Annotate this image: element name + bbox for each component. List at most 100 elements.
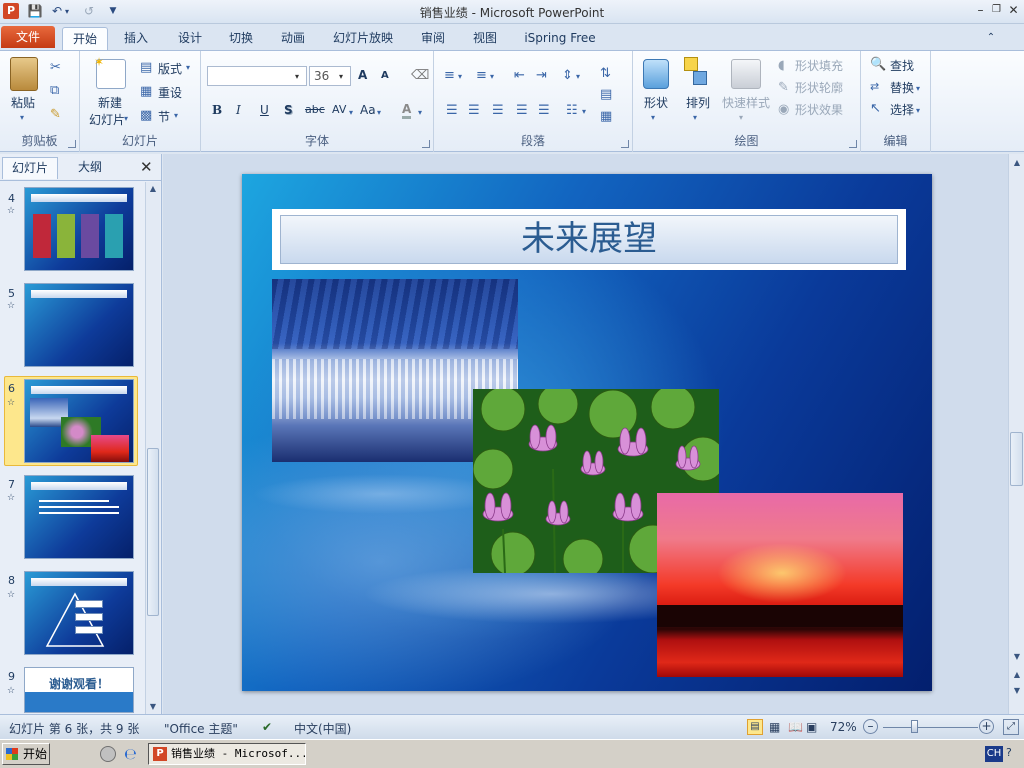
copy-icon[interactable]: ⧉ [50,83,59,99]
replace-button[interactable]: 替换 [890,79,914,96]
format-painter-icon[interactable]: ✎ [50,107,61,123]
slide-thumbnail-5[interactable] [24,283,134,367]
slide-thumbnail-4[interactable] [24,187,134,271]
normal-view-icon[interactable]: ▤ [747,719,763,735]
fit-to-window-icon[interactable]: ⤢ [1003,719,1019,735]
layout-dropdown-icon[interactable]: ▾ [186,60,190,76]
scroll-up-arrow-icon[interactable]: ▲ [146,182,160,196]
tab-file[interactable]: 文件 [1,26,55,48]
new-slide-label[interactable]: 新建 [98,94,122,111]
reset-button[interactable]: 重设 [158,84,182,101]
close-icon[interactable]: ✕ [140,158,153,176]
columns-icon[interactable]: ☷ [566,103,578,119]
columns-dropdown-icon[interactable]: ▾ [582,104,586,120]
quick-styles-dropdown-icon[interactable]: ▾ [739,110,743,126]
strikethrough-button[interactable]: abc [305,103,325,116]
slide-title[interactable]: 未来展望 [280,215,898,264]
paragraph-launcher-icon[interactable] [621,140,629,148]
tab-home[interactable]: 开始 [62,27,108,50]
arrange-dropdown-icon[interactable]: ▾ [693,110,697,126]
line-spacing-dropdown-icon[interactable]: ▾ [576,69,580,85]
reading-view-icon[interactable]: 📖 [788,720,803,734]
paste-dropdown-icon[interactable]: ▾ [20,110,24,126]
justify-icon[interactable]: ☰ [516,103,528,119]
quick-styles-icon[interactable] [731,59,761,89]
quick-styles-button[interactable]: 快速样式 [722,94,770,111]
next-slide-icon[interactable]: ▼ [1010,684,1024,698]
shapes-icon[interactable] [643,59,669,89]
scroll-down-arrow-icon[interactable]: ▼ [146,700,160,714]
align-left-icon[interactable]: ☰ [446,103,458,119]
shrink-font-button[interactable]: A [381,70,389,81]
distributed-icon[interactable]: ☰ [538,103,550,119]
tab-design[interactable]: 设计 [170,27,210,50]
select-button[interactable]: 选择 [890,101,914,118]
shape-fill-icon[interactable]: ◖ [778,58,785,74]
font-name-dropdown-icon[interactable]: ▾ [295,69,299,85]
font-size-combo[interactable]: 36 [309,66,351,86]
tab-view[interactable]: 视图 [465,27,505,50]
bullets-dropdown-icon[interactable]: ▾ [458,69,462,85]
spellcheck-icon[interactable]: ✔ [262,720,272,734]
align-center-icon[interactable]: ☰ [468,103,480,119]
slide-thumbnail-8[interactable] [24,571,134,655]
italic-button[interactable]: I [236,103,241,117]
slide-thumbnail-6[interactable] [24,379,134,463]
arrange-icon[interactable] [684,57,698,71]
shape-effects-icon[interactable]: ◉ [778,102,789,118]
tab-insert[interactable]: 插入 [116,27,156,50]
find-button[interactable]: 查找 [890,57,914,74]
tab-slides-pane[interactable]: 幻灯片 [2,157,58,179]
zoom-out-icon[interactable]: – [863,719,878,734]
section-button[interactable]: 节 [158,108,170,125]
close-window-icon[interactable]: ✕ [1006,2,1021,18]
font-name-combo[interactable] [207,66,307,86]
taskbar-item-powerpoint[interactable]: 销售业绩 - Microsof... [148,743,306,765]
slide-thumbnail-9[interactable]: 谢谢观看！ [24,667,134,713]
help-tray-icon[interactable]: ? [1006,746,1012,759]
current-slide[interactable]: 未来展望 [242,174,932,691]
grow-font-button[interactable]: A [358,68,367,82]
zoom-level[interactable]: 72% [830,720,857,734]
quicklaunch-app-icon[interactable] [100,746,116,762]
slideshow-view-icon[interactable]: ▣ [806,720,817,734]
find-icon[interactable]: 🔍 [870,57,886,73]
align-text-icon[interactable]: ▤ [600,87,612,103]
layout-button[interactable]: 版式 [158,60,182,77]
scroll-up-arrow-icon[interactable]: ▲ [1010,156,1024,170]
select-dropdown-icon[interactable]: ▾ [916,103,920,119]
bullets-icon[interactable]: ≡ [444,68,455,84]
tab-transitions[interactable]: 切换 [221,27,261,50]
previous-slide-icon[interactable]: ▲ [1010,668,1024,682]
replace-icon[interactable]: ⇄ [870,79,879,95]
shapes-button[interactable]: 形状 [644,94,668,111]
scroll-down-arrow-icon[interactable]: ▼ [1010,650,1024,664]
zoom-in-icon[interactable]: + [979,719,994,734]
shadow-button[interactable]: S [284,103,293,117]
new-slide-label-2[interactable]: 幻灯片 [89,111,125,128]
numbering-dropdown-icon[interactable]: ▾ [490,69,494,85]
tab-slideshow[interactable]: 幻灯片放映 [326,27,400,50]
tab-ispring[interactable]: iSpring Free [518,27,602,50]
slide-thumbnail-7[interactable] [24,475,134,559]
clipboard-launcher-icon[interactable] [68,140,76,148]
text-direction-icon[interactable]: ⇅ [600,66,611,82]
photo-sunset[interactable] [657,493,903,677]
bold-button[interactable]: B [212,103,222,117]
drawing-launcher-icon[interactable] [849,140,857,148]
paste-button[interactable]: 粘贴 [11,94,35,111]
shape-outline-icon[interactable]: ✎ [778,80,789,96]
slides-pane-scrollbar[interactable]: ▲ ▼ [145,182,160,714]
smartart-icon[interactable]: ▦ [600,109,612,125]
scroll-thumb[interactable] [147,448,159,616]
numbering-icon[interactable]: ≡ [476,68,487,84]
decrease-indent-icon[interactable]: ⇤ [514,68,525,84]
ie-icon[interactable]: ℮ [124,745,137,763]
shape-outline-button[interactable]: 形状轮廓 [795,79,843,96]
tab-outline-pane[interactable]: 大纲 [62,157,118,179]
font-size-dropdown-icon[interactable]: ▾ [339,69,343,85]
change-case-button[interactable]: Aa [360,103,376,117]
change-case-dropdown-icon[interactable]: ▾ [377,105,381,121]
theme-status[interactable]: "Office 主题" [164,720,238,737]
shapes-dropdown-icon[interactable]: ▾ [651,110,655,126]
